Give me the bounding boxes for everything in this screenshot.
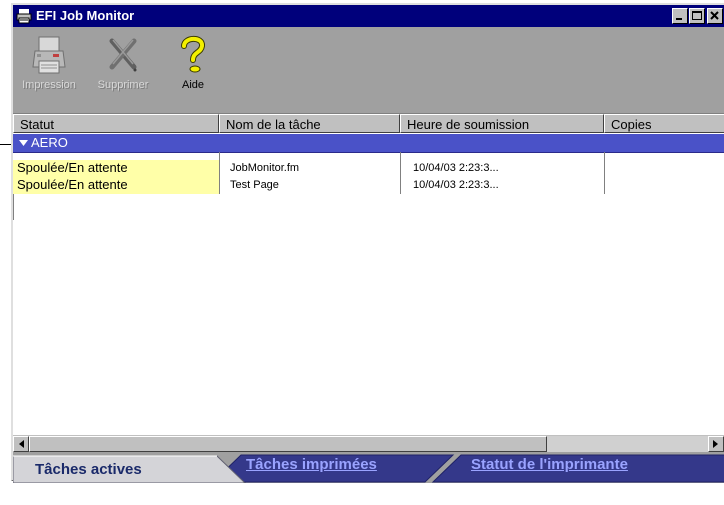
column-header-row: Statut Nom de la tâche Heure de soumissi… (13, 114, 724, 133)
job-name-cell: Test Page (230, 179, 279, 191)
minimize-icon (676, 18, 682, 20)
scroll-right-button[interactable] (708, 436, 724, 452)
column-divider (219, 152, 220, 194)
column-divider (604, 152, 605, 194)
print-button-label: Impression (22, 79, 76, 91)
title-bar[interactable]: EFI Job Monitor (13, 5, 724, 27)
scroll-thumb[interactable] (29, 436, 547, 452)
horizontal-scrollbar[interactable] (13, 436, 724, 452)
tab-strip: Tâches actives Tâches imprimées Statut d… (13, 452, 724, 483)
table-row[interactable]: Spoulée/En attente Test Page 10/04/03 2:… (13, 177, 724, 194)
status-cell: Spoulée/En attente (13, 177, 219, 194)
expand-arrow-icon[interactable] (19, 140, 28, 146)
callout-line (0, 144, 11, 145)
maximize-button[interactable] (689, 8, 705, 24)
submission-time-cell: 10/04/03 2:23:3... (413, 179, 499, 191)
column-header-job-name[interactable]: Nom de la tâche (219, 114, 400, 133)
tab-label: Statut de l'imprimante (471, 456, 628, 473)
printer-icon (32, 36, 66, 74)
maximize-icon (692, 11, 702, 20)
submission-time-cell: 10/04/03 2:23:3... (413, 162, 499, 174)
minimize-button[interactable] (672, 8, 688, 24)
arrow-right-icon (713, 440, 718, 448)
tab-printed-jobs[interactable]: Tâches imprimées (218, 452, 448, 483)
close-button[interactable] (707, 8, 723, 24)
tab-label: Tâches imprimées (246, 456, 377, 473)
row-marker (13, 194, 14, 220)
delete-button-label: Supprimer (97, 79, 149, 91)
group-row-aero[interactable]: AERO (13, 134, 724, 153)
help-button[interactable]: Aide (171, 33, 215, 91)
toolbar: Impression Supprimer Aide (13, 27, 724, 113)
app-window: EFI Job Monitor Impression Supprimer Aid… (11, 3, 724, 483)
tab-printer-status[interactable]: Statut de l'imprimante (443, 452, 724, 483)
printer-icon (16, 9, 32, 24)
delete-button[interactable]: Supprimer (93, 33, 153, 91)
status-cell: Spoulée/En attente (13, 160, 219, 177)
tab-active-jobs[interactable]: Tâches actives (13, 452, 243, 483)
help-question-icon (181, 35, 205, 73)
copies-cell (611, 177, 721, 194)
scroll-left-button[interactable] (13, 436, 29, 452)
column-header-status[interactable]: Statut (13, 114, 219, 133)
column-header-copies[interactable]: Copies (604, 114, 724, 133)
job-name-cell: JobMonitor.fm (230, 162, 300, 174)
copies-cell (611, 160, 721, 177)
close-icon (710, 11, 719, 20)
print-button[interactable]: Impression (17, 33, 81, 91)
arrow-left-icon (19, 440, 24, 448)
column-divider (400, 152, 401, 194)
column-header-submission-time[interactable]: Heure de soumission (400, 114, 604, 133)
delete-x-icon (109, 38, 137, 72)
window-title: EFI Job Monitor (36, 8, 135, 23)
tab-label: Tâches actives (35, 461, 142, 478)
table-row[interactable]: Spoulée/En attente JobMonitor.fm 10/04/0… (13, 160, 724, 177)
help-button-label: Aide (181, 79, 205, 91)
group-label: AERO (31, 135, 68, 150)
job-list: Statut Nom de la tâche Heure de soumissi… (13, 113, 724, 435)
